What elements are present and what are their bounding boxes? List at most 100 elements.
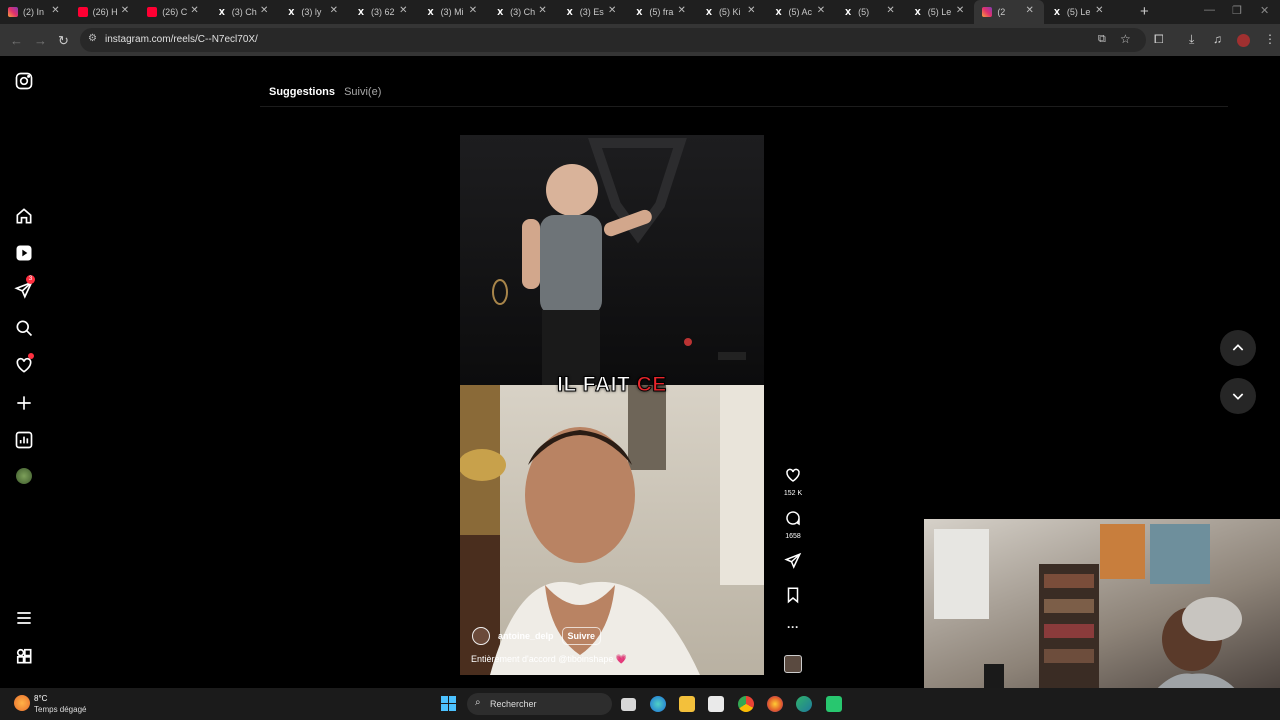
close-tab-icon[interactable]: ✕	[817, 5, 825, 16]
bookmark-star-icon[interactable]: ☆	[1120, 32, 1131, 46]
create-plus-icon[interactable]	[14, 393, 34, 413]
more-options-icon[interactable]: ···	[783, 620, 803, 634]
close-tab-icon[interactable]: ✕	[399, 5, 407, 16]
download-icon[interactable]: ⤓	[1189, 32, 1194, 47]
bookmark-icon[interactable]	[784, 586, 802, 604]
browser-tab[interactable]: X (5) fra ✕	[626, 0, 696, 24]
browser-tab[interactable]: X (3) Mi ✕	[418, 0, 488, 24]
browser-tab[interactable]: X (5) ✕	[835, 0, 905, 24]
url-text[interactable]: instagram.com/reels/C--N7ecl70X/	[105, 34, 258, 45]
profile-avatar[interactable]	[1237, 34, 1250, 47]
chevron-up-icon	[1232, 344, 1244, 351]
reel-top-scene	[460, 135, 764, 385]
file-explorer-icon[interactable]	[679, 696, 695, 712]
close-tab-icon[interactable]: ✕	[51, 5, 59, 16]
close-tab-icon[interactable]: ✕	[260, 5, 268, 16]
close-tab-icon[interactable]: ✕	[886, 5, 894, 16]
address-bar[interactable]: ⚙ instagram.com/reels/C--N7ecl70X/ ⧉ ☆	[80, 28, 1146, 52]
reload-icon[interactable]: ↻	[58, 33, 69, 49]
forward-icon[interactable]: →	[34, 33, 47, 48]
browser-tab[interactable]: X (5) Ac ✕	[766, 0, 836, 24]
close-tab-icon[interactable]: ✕	[678, 5, 686, 16]
browser-tab[interactable]: X (3) ly ✕	[278, 0, 348, 24]
browser-tab[interactable]: X (3) Ch ✕	[487, 0, 557, 24]
audio-thumbnail[interactable]	[784, 655, 802, 673]
close-tab-icon[interactable]: ✕	[956, 5, 964, 16]
comment-action[interactable]: 1658	[783, 509, 803, 540]
media-control-icon[interactable]: ♫	[1213, 32, 1222, 46]
restore-icon[interactable]: ❐	[1232, 4, 1242, 17]
close-tab-icon[interactable]: ✕	[1026, 5, 1034, 16]
close-tab-icon[interactable]: ✕	[190, 5, 198, 16]
browser-tab[interactable]: X (5) Le ✕	[905, 0, 975, 24]
like-heart-icon[interactable]	[784, 466, 802, 484]
notifications-heart-icon[interactable]	[14, 353, 34, 375]
tab-title: (3) ly	[301, 7, 322, 17]
chrome-icon[interactable]	[738, 696, 754, 712]
new-tab-button[interactable]: +	[1140, 3, 1149, 20]
weather-icon[interactable]	[14, 695, 30, 711]
reel-caption[interactable]: Entièrement d'accord @tiboinshape 💗	[471, 654, 627, 665]
also-from-meta-icon[interactable]	[14, 646, 34, 666]
share-icon[interactable]	[784, 552, 802, 570]
browser-tab[interactable]: X (5) Le ✕	[1044, 0, 1114, 24]
dashboard-icon[interactable]	[14, 430, 34, 450]
weather-description[interactable]: Temps dégagé	[34, 705, 86, 714]
author-username[interactable]: antoine_delp	[498, 631, 554, 641]
start-button[interactable]	[441, 696, 457, 712]
browser-toolbar: ← → ↻ ⚙ instagram.com/reels/C--N7ecl70X/…	[0, 24, 1280, 56]
close-tab-icon[interactable]: ✕	[538, 5, 546, 16]
edge-icon[interactable]	[650, 696, 666, 712]
browser-tab-active[interactable]: (2 ✕	[974, 0, 1044, 24]
firefox-icon[interactable]	[767, 696, 783, 712]
browser-tab[interactable]: (26) C ✕	[139, 0, 209, 24]
close-tab-icon[interactable]: ✕	[1095, 5, 1103, 16]
tab-title: (5) fra	[649, 7, 674, 17]
home-icon[interactable]	[14, 206, 34, 226]
author-avatar[interactable]	[472, 627, 490, 645]
x-icon: X	[288, 7, 295, 17]
app-icon[interactable]	[826, 696, 842, 712]
tab-title: (26) C	[162, 7, 188, 17]
share-action[interactable]	[783, 552, 803, 575]
task-view-icon[interactable]	[621, 698, 636, 711]
close-tab-icon[interactable]: ✕	[121, 5, 129, 16]
store-icon[interactable]	[708, 696, 724, 712]
instagram-logo-icon[interactable]	[14, 71, 34, 91]
edge-dev-icon[interactable]	[796, 696, 812, 712]
messages-icon[interactable]: 3	[14, 275, 35, 300]
browser-tab[interactable]: (2) In ✕	[0, 0, 70, 24]
weather-temperature[interactable]: 8°C	[34, 694, 47, 703]
close-tab-icon[interactable]: ✕	[608, 5, 616, 16]
follow-button[interactable]: Suivre	[561, 627, 602, 645]
next-reel-button[interactable]	[1220, 378, 1256, 414]
extensions-icon[interactable]: ⧠	[1154, 32, 1164, 47]
reels-icon[interactable]	[14, 243, 34, 263]
reel-video[interactable]: IL FAIT CE antoine_delp Suivre 🔈	[460, 135, 764, 675]
taskbar-search[interactable]: ⌕ Rechercher	[467, 693, 612, 715]
close-window-icon[interactable]: ✕	[1260, 4, 1269, 17]
back-icon[interactable]: ←	[10, 33, 23, 48]
like-action[interactable]: 152 K	[783, 466, 803, 497]
save-action[interactable]	[783, 586, 803, 609]
site-info-icon[interactable]: ⚙	[88, 33, 97, 44]
x-icon: X	[705, 7, 713, 17]
tab-following[interactable]: Suivi(e)	[344, 86, 381, 98]
previous-reel-button[interactable]	[1220, 330, 1256, 366]
browser-menu-icon[interactable]: ⋮	[1264, 32, 1276, 46]
browser-tab[interactable]: X (3) Es ✕	[557, 0, 627, 24]
comment-icon[interactable]	[784, 509, 802, 527]
profile-avatar-icon[interactable]	[16, 468, 32, 484]
browser-tab[interactable]: X (5) Ki ✕	[696, 0, 766, 24]
install-app-icon[interactable]: ⧉	[1098, 33, 1106, 46]
close-tab-icon[interactable]: ✕	[330, 5, 338, 16]
browser-tab[interactable]: X (3) 62 ✕	[348, 0, 418, 24]
minimize-icon[interactable]: —	[1204, 4, 1215, 16]
browser-tab[interactable]: (26) H ✕	[70, 0, 140, 24]
search-icon[interactable]	[14, 318, 34, 338]
close-tab-icon[interactable]: ✕	[747, 5, 755, 16]
tab-suggestions[interactable]: Suggestions	[269, 86, 335, 98]
more-menu-icon[interactable]	[14, 608, 34, 628]
close-tab-icon[interactable]: ✕	[469, 5, 477, 16]
browser-tab[interactable]: X (3) Ch ✕	[209, 0, 279, 24]
